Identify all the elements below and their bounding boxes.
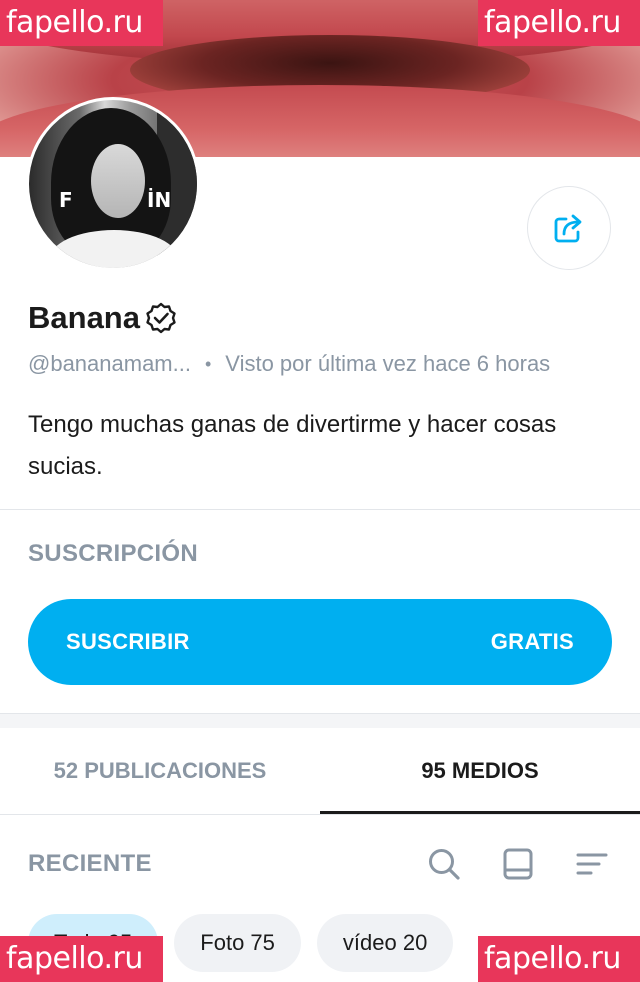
divider [0,509,640,510]
filter-chip-video[interactable]: vídeo 20 [316,914,454,972]
tab-posts[interactable]: 52 PUBLICACIONES [0,728,320,814]
avatar-photo: F İN [29,100,197,268]
profile-name: Banana [28,300,140,335]
profile-name-row: Banana [28,300,178,336]
subscription-section-title: SUSCRIPCIÓN [28,540,198,567]
filter-chip-photo[interactable]: Foto 75 [174,914,301,972]
avatar-letter-left: F [59,188,73,212]
sort-label[interactable]: RECIENTE [28,850,390,878]
search-button[interactable] [424,844,464,884]
watermark: fapello.ru [478,936,640,982]
avatar[interactable]: F İN [26,97,200,271]
layout-icon [503,848,533,880]
watermark: fapello.ru [0,936,163,982]
search-icon [429,849,460,880]
sort-button[interactable] [572,844,612,884]
avatar-face [91,144,145,218]
media-toolbar: RECIENTE [28,836,612,892]
meta-separator: • [204,353,212,374]
share-button[interactable] [527,186,611,270]
divider [0,814,640,815]
avatar-letter-right: İN [147,188,172,212]
subscribe-button[interactable]: SUSCRIBIR GRATIS [28,599,612,685]
last-seen: Visto por última vez hace 6 horas [225,351,551,376]
profile-meta: @bananamam... • Visto por última vez hac… [28,351,550,377]
tab-media[interactable]: 95 MEDIOS [320,728,640,814]
verified-icon [146,302,176,334]
subscribe-price-label: GRATIS [490,629,574,654]
profile-bio: Tengo muchas ganas de divertirme y hacer… [28,411,557,480]
section-gap [0,714,640,728]
layout-button[interactable] [498,844,538,884]
share-icon [554,214,582,243]
sort-icon [576,853,608,875]
profile-tabs: 52 PUBLICACIONES 95 MEDIOS [0,728,640,814]
subscribe-button-label: SUSCRIBIR [66,629,190,654]
watermark: fapello.ru [478,0,640,46]
watermark: fapello.ru [0,0,163,46]
username: @bananamam... [28,351,191,376]
